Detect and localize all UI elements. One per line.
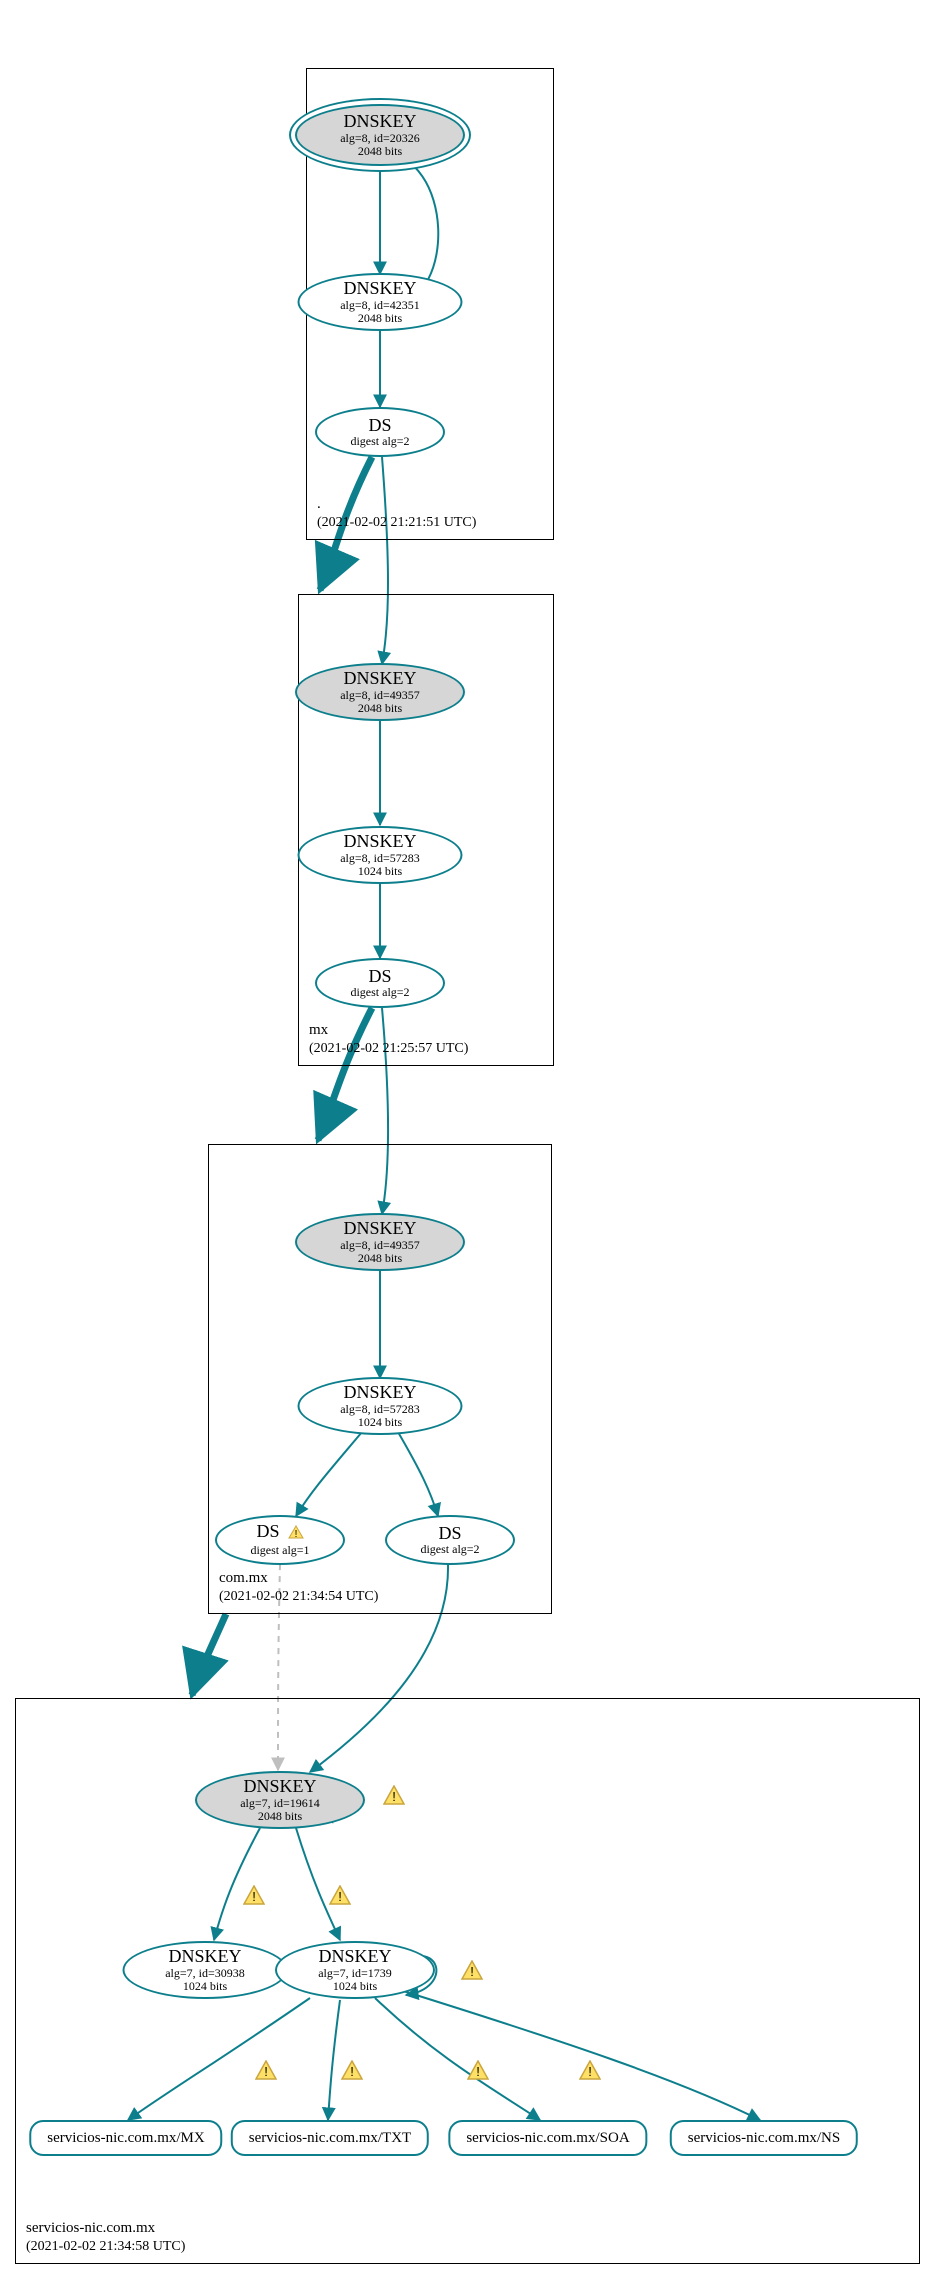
node-mx-zsk-alg: alg=8, id=57283	[340, 852, 420, 865]
rrset-ns[interactable]: servicios-nic.com.mx/NS	[670, 2120, 858, 2156]
node-sn-zsk2-bits: 1024 bits	[318, 1980, 392, 1993]
rrset-soa[interactable]: servicios-nic.com.mx/SOA	[448, 2120, 647, 2156]
rrset-mx-label: servicios-nic.com.mx/MX	[47, 2130, 204, 2147]
node-mx-ksk-alg: alg=8, id=49357	[340, 689, 420, 702]
zone-commx-label: com.mx (2021-02-02 21:34:54 UTC)	[219, 1569, 378, 1605]
node-mx-ds-alg: digest alg=2	[350, 986, 409, 999]
node-root-ksk-title: DNSKEY	[340, 112, 420, 132]
node-sn-ksk[interactable]: DNSKEY alg=7, id=19614 2048 bits	[195, 1771, 365, 1829]
zone-commx-time: (2021-02-02 21:34:54 UTC)	[219, 1588, 378, 1606]
node-sn-ksk-alg: alg=7, id=19614	[240, 1797, 320, 1810]
node-root-ksk-bits: 2048 bits	[340, 145, 420, 158]
node-commx-ksk[interactable]: DNSKEY alg=8, id=49357 2048 bits	[295, 1213, 465, 1271]
svg-text:!: !	[294, 1529, 297, 1539]
node-commx-ds2-alg: digest alg=2	[420, 1543, 479, 1556]
node-sn-ksk-bits: 2048 bits	[240, 1810, 320, 1823]
rrset-ns-label: servicios-nic.com.mx/NS	[688, 2130, 840, 2147]
rrset-mx[interactable]: servicios-nic.com.mx/MX	[29, 2120, 222, 2156]
rrset-soa-label: servicios-nic.com.mx/SOA	[466, 2130, 629, 2147]
node-commx-ds1[interactable]: DS ! digest alg=1	[215, 1515, 345, 1565]
node-mx-ksk-bits: 2048 bits	[340, 702, 420, 715]
node-commx-ds2[interactable]: DS digest alg=2	[385, 1515, 515, 1565]
rrset-txt[interactable]: servicios-nic.com.mx/TXT	[231, 2120, 429, 2156]
zone-sn-time: (2021-02-02 21:34:58 UTC)	[26, 2238, 185, 2256]
node-mx-ksk[interactable]: DNSKEY alg=8, id=49357 2048 bits	[295, 663, 465, 721]
node-sn-zsk1-bits: 1024 bits	[165, 1980, 245, 1993]
node-commx-zsk-title: DNSKEY	[340, 1383, 420, 1403]
warning-icon: !	[288, 1525, 304, 1544]
node-mx-ds[interactable]: DS digest alg=2	[315, 958, 445, 1008]
node-mx-ds-title: DS	[350, 967, 409, 987]
node-root-ds-alg: digest alg=2	[350, 435, 409, 448]
node-commx-ksk-title: DNSKEY	[340, 1219, 420, 1239]
dnssec-graph-canvas: . (2021-02-02 21:21:51 UTC) DNSKEY alg=8…	[0, 0, 935, 2279]
node-root-ksk[interactable]: DNSKEY alg=8, id=20326 2048 bits	[295, 104, 465, 166]
node-mx-ksk-title: DNSKEY	[340, 669, 420, 689]
zone-mx-time: (2021-02-02 21:25:57 UTC)	[309, 1040, 468, 1058]
node-commx-ksk-bits: 2048 bits	[340, 1252, 420, 1265]
node-root-zsk-alg: alg=8, id=42351	[340, 299, 420, 312]
node-commx-zsk-alg: alg=8, id=57283	[340, 1403, 420, 1416]
zone-commx-name: com.mx	[219, 1569, 378, 1588]
node-commx-zsk[interactable]: DNSKEY alg=8, id=57283 1024 bits	[298, 1377, 463, 1435]
zone-root-time: (2021-02-02 21:21:51 UTC)	[317, 514, 476, 532]
zone-mx-name: mx	[309, 1021, 468, 1040]
zone-mx-label: mx (2021-02-02 21:25:57 UTC)	[309, 1021, 468, 1057]
node-root-zsk[interactable]: DNSKEY alg=8, id=42351 2048 bits	[298, 273, 463, 331]
node-root-ds[interactable]: DS digest alg=2	[315, 407, 445, 457]
node-sn-zsk1-title: DNSKEY	[165, 1947, 245, 1967]
node-mx-zsk-title: DNSKEY	[340, 832, 420, 852]
zone-sn-name: servicios-nic.com.mx	[26, 2219, 185, 2238]
node-root-ksk-alg: alg=8, id=20326	[340, 132, 420, 145]
node-sn-zsk2-alg: alg=7, id=1739	[318, 1967, 392, 1980]
zone-root-name: .	[317, 495, 476, 514]
node-mx-zsk-bits: 1024 bits	[340, 865, 420, 878]
node-commx-ksk-alg: alg=8, id=49357	[340, 1239, 420, 1252]
node-root-ds-title: DS	[350, 416, 409, 436]
zone-sn-label: servicios-nic.com.mx (2021-02-02 21:34:5…	[26, 2219, 185, 2255]
node-sn-zsk2[interactable]: DNSKEY alg=7, id=1739 1024 bits	[275, 1941, 435, 1999]
node-root-zsk-bits: 2048 bits	[340, 312, 420, 325]
node-mx-zsk[interactable]: DNSKEY alg=8, id=57283 1024 bits	[298, 826, 463, 884]
node-root-zsk-title: DNSKEY	[340, 279, 420, 299]
node-sn-ksk-title: DNSKEY	[240, 1777, 320, 1797]
node-commx-zsk-bits: 1024 bits	[340, 1416, 420, 1429]
node-commx-ds2-title: DS	[420, 1524, 479, 1544]
node-sn-zsk2-title: DNSKEY	[318, 1947, 392, 1967]
node-commx-ds1-alg: digest alg=1	[250, 1544, 309, 1557]
rrset-txt-label: servicios-nic.com.mx/TXT	[249, 2130, 411, 2147]
node-sn-zsk1[interactable]: DNSKEY alg=7, id=30938 1024 bits	[123, 1941, 288, 1999]
node-sn-zsk1-alg: alg=7, id=30938	[165, 1967, 245, 1980]
node-commx-ds1-title: DS	[256, 1522, 279, 1542]
zone-root-label: . (2021-02-02 21:21:51 UTC)	[317, 495, 476, 531]
